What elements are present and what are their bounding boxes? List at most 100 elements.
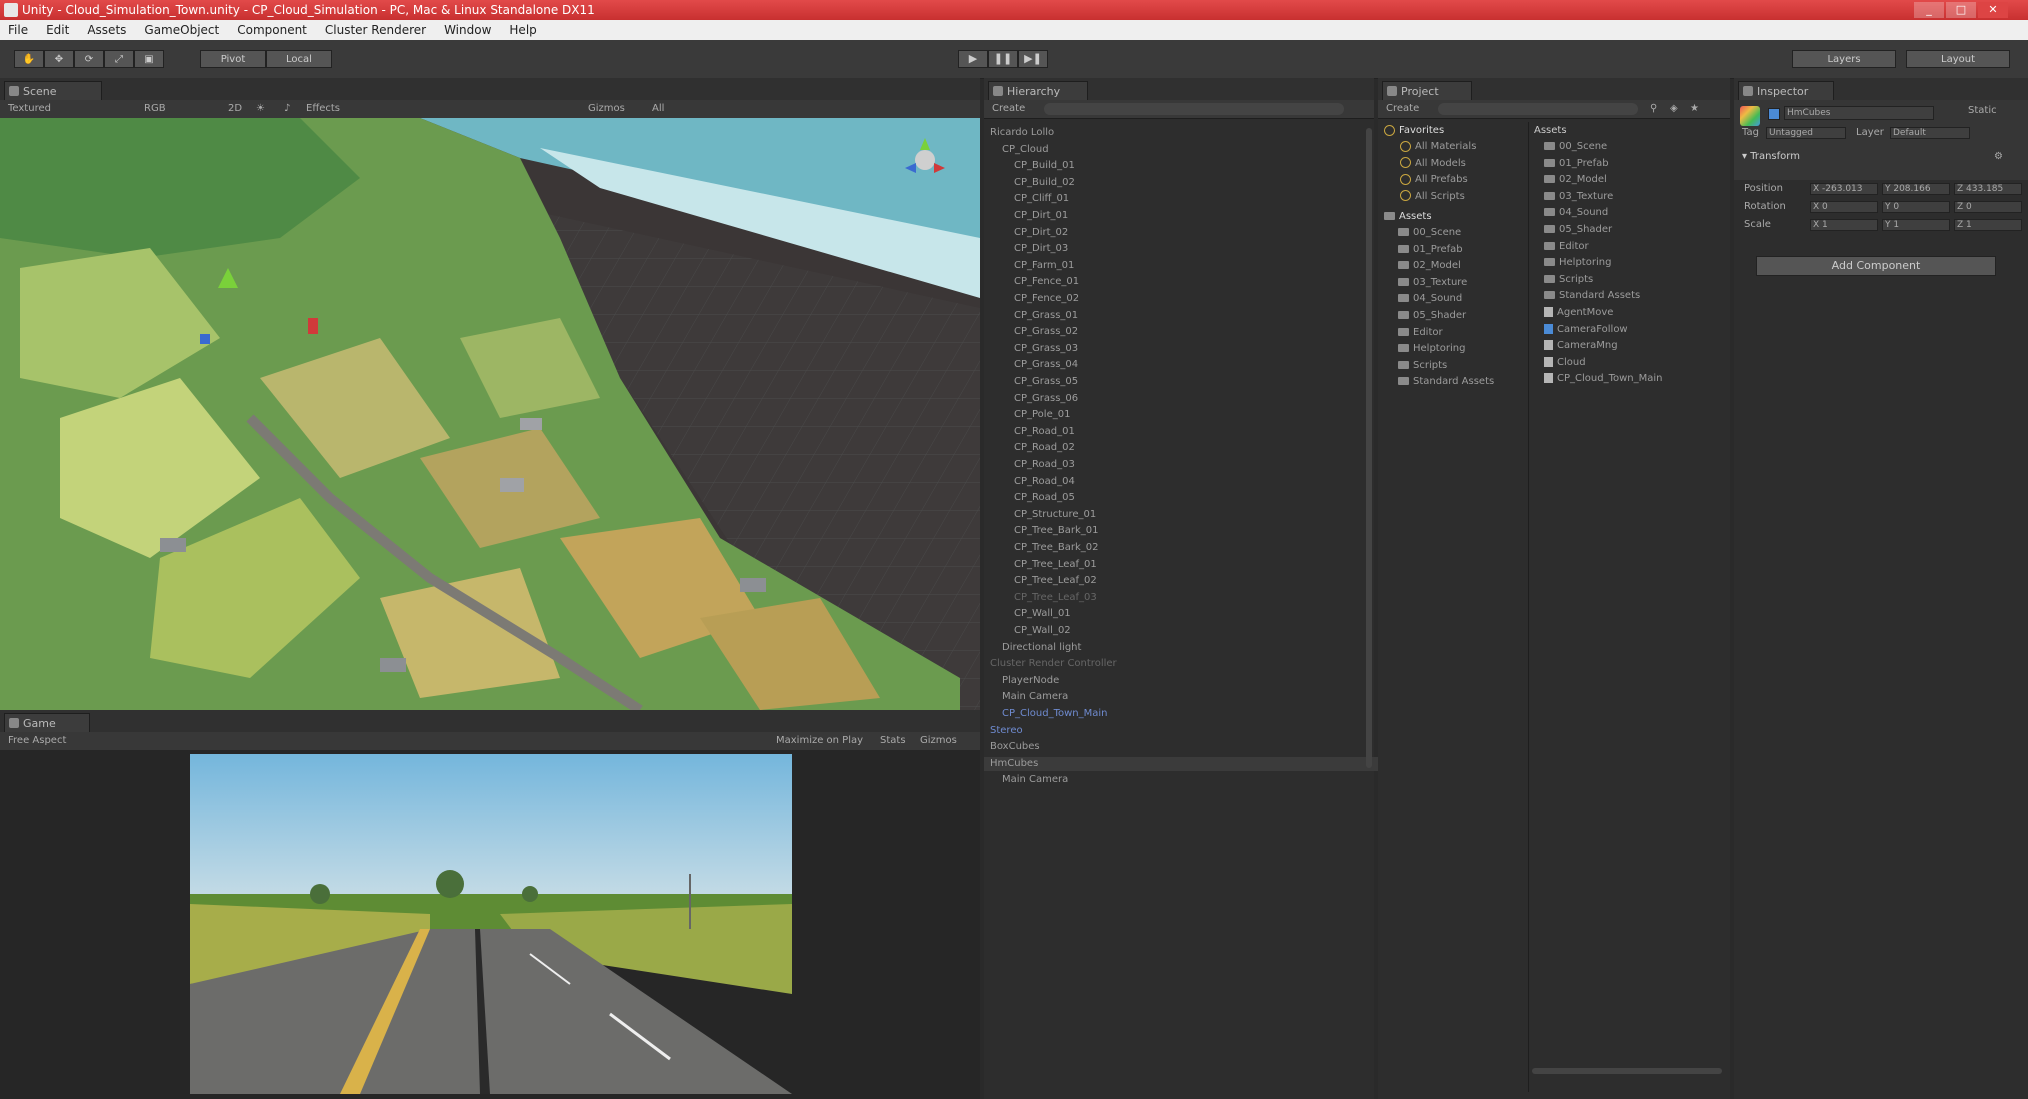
hierarchy-item[interactable]: CP_Cliff_01 bbox=[984, 192, 1069, 206]
maximize-icon[interactable]: □ bbox=[1946, 2, 1976, 18]
render-mode-dropdown[interactable]: RGB bbox=[144, 100, 166, 118]
asset-item[interactable]: CameraMng bbox=[1544, 339, 1618, 353]
static-checkbox[interactable]: Static bbox=[1968, 104, 1997, 118]
aspect-dropdown[interactable]: Free Aspect bbox=[8, 732, 66, 750]
menu-component[interactable]: Component bbox=[237, 20, 307, 40]
tab-inspector[interactable]: Inspector bbox=[1738, 81, 1834, 100]
shading-dropdown[interactable]: Textured bbox=[8, 100, 51, 118]
favorite-item[interactable]: All Models bbox=[1400, 157, 1466, 171]
move-tool-icon[interactable]: ✥ bbox=[44, 50, 74, 68]
hierarchy-item[interactable]: CP_Wall_02 bbox=[984, 624, 1071, 638]
asset-item[interactable]: Editor bbox=[1544, 240, 1589, 254]
hierarchy-item[interactable]: CP_Tree_Leaf_02 bbox=[984, 574, 1097, 588]
active-checkbox[interactable] bbox=[1768, 108, 1780, 120]
tab-game[interactable]: Game bbox=[4, 713, 90, 732]
hierarchy-item[interactable]: CP_Grass_02 bbox=[984, 325, 1078, 339]
assets-header[interactable]: Assets bbox=[1384, 210, 1432, 224]
add-component-button[interactable]: Add Component bbox=[1756, 256, 1996, 276]
favorite-filter-icon[interactable]: ★ bbox=[1690, 100, 1699, 118]
tab-project[interactable]: Project bbox=[1382, 81, 1472, 100]
hierarchy-item[interactable]: CP_Tree_Leaf_03 bbox=[984, 591, 1097, 605]
tab-hierarchy[interactable]: Hierarchy bbox=[988, 81, 1088, 100]
hierarchy-item[interactable]: CP_Grass_04 bbox=[984, 358, 1078, 372]
folder-tree-item[interactable]: 05_Shader bbox=[1398, 309, 1466, 323]
space-toggle[interactable]: Local bbox=[266, 50, 332, 68]
favorite-item[interactable]: All Scripts bbox=[1400, 190, 1465, 204]
rect-tool-icon[interactable]: ▣ bbox=[134, 50, 164, 68]
scene-search-input[interactable]: All bbox=[652, 100, 664, 118]
asset-item[interactable]: CP_Cloud_Town_Main bbox=[1544, 372, 1663, 386]
minimize-icon[interactable]: _ bbox=[1914, 2, 1944, 18]
hierarchy-item[interactable]: CP_Road_04 bbox=[984, 475, 1075, 489]
menu-assets[interactable]: Assets bbox=[87, 20, 126, 40]
hierarchy-item[interactable]: CP_Build_02 bbox=[984, 176, 1075, 190]
transform-x-field[interactable]: X -263.013 bbox=[1810, 183, 1878, 195]
hierarchy-item[interactable]: BoxCubes bbox=[984, 740, 1040, 754]
folder-tree-item[interactable]: 00_Scene bbox=[1398, 226, 1461, 240]
hierarchy-item[interactable]: CP_Tree_Bark_01 bbox=[984, 524, 1098, 538]
tab-scene[interactable]: Scene bbox=[4, 81, 102, 100]
menu-file[interactable]: File bbox=[8, 20, 28, 40]
layers-dropdown[interactable]: Layers bbox=[1792, 50, 1896, 68]
pivot-toggle[interactable]: Pivot bbox=[200, 50, 266, 68]
hierarchy-search-input[interactable] bbox=[1044, 103, 1344, 115]
folder-tree-item[interactable]: 02_Model bbox=[1398, 259, 1461, 273]
scale-tool-icon[interactable]: ⤢ bbox=[104, 50, 134, 68]
hierarchy-item[interactable]: Ricardo Lollo bbox=[984, 126, 1054, 140]
step-icon[interactable]: ▶❚ bbox=[1018, 50, 1048, 68]
project-search-input[interactable] bbox=[1438, 103, 1638, 115]
gizmos-dropdown[interactable]: Gizmos bbox=[588, 100, 625, 118]
hierarchy-item[interactable]: CP_Road_02 bbox=[984, 441, 1075, 455]
folder-tree-item[interactable]: Editor bbox=[1398, 326, 1443, 340]
lighting-toggle-icon[interactable]: ☀ bbox=[256, 100, 265, 118]
transform-z-field[interactable]: Z 433.185 bbox=[1954, 183, 2022, 195]
hierarchy-item[interactable]: CP_Grass_03 bbox=[984, 342, 1078, 356]
asset-item[interactable]: 01_Prefab bbox=[1544, 157, 1609, 171]
hierarchy-item[interactable]: Stereo bbox=[984, 724, 1023, 738]
folder-tree-item[interactable]: Scripts bbox=[1398, 359, 1447, 373]
hierarchy-item[interactable]: CP_Tree_Bark_02 bbox=[984, 541, 1098, 555]
transform-y-field[interactable]: Y 1 bbox=[1882, 219, 1950, 231]
project-create-dropdown[interactable]: Create bbox=[1386, 100, 1419, 118]
asset-item[interactable]: AgentMove bbox=[1544, 306, 1613, 320]
hierarchy-item[interactable]: Directional light bbox=[984, 641, 1081, 655]
asset-item[interactable]: 05_Shader bbox=[1544, 223, 1612, 237]
hierarchy-item[interactable]: CP_Fence_01 bbox=[984, 275, 1079, 289]
transform-header[interactable]: ▾ Transform bbox=[1742, 150, 1800, 164]
hierarchy-item[interactable]: CP_Cloud_Town_Main bbox=[984, 707, 1108, 721]
maximize-on-play-toggle[interactable]: Maximize on Play bbox=[776, 732, 863, 750]
hierarchy-item[interactable]: CP_Dirt_01 bbox=[984, 209, 1068, 223]
pause-icon[interactable]: ❚❚ bbox=[988, 50, 1018, 68]
tag-dropdown[interactable]: Untagged bbox=[1766, 127, 1846, 139]
transform-x-field[interactable]: X 1 bbox=[1810, 219, 1878, 231]
hierarchy-item[interactable]: HmCubes bbox=[984, 756, 1380, 771]
asset-item[interactable]: 04_Sound bbox=[1544, 206, 1608, 220]
menu-help[interactable]: Help bbox=[509, 20, 536, 40]
hierarchy-scrollbar[interactable] bbox=[1366, 128, 1372, 768]
game-gizmos-dropdown[interactable]: Gizmos bbox=[920, 732, 957, 750]
project-zoom-slider[interactable] bbox=[1532, 1068, 1722, 1074]
asset-item[interactable]: Scripts bbox=[1544, 273, 1593, 287]
2d-toggle[interactable]: 2D bbox=[228, 100, 242, 118]
filter-icon[interactable]: ⚲ bbox=[1650, 100, 1657, 118]
transform-z-field[interactable]: Z 1 bbox=[1954, 219, 2022, 231]
hierarchy-item[interactable]: Main Camera bbox=[984, 773, 1068, 787]
hierarchy-item[interactable]: CP_Grass_06 bbox=[984, 392, 1078, 406]
hierarchy-item[interactable]: CP_Road_03 bbox=[984, 458, 1075, 472]
menu-edit[interactable]: Edit bbox=[46, 20, 69, 40]
asset-item[interactable]: CameraFollow bbox=[1544, 323, 1628, 337]
rotate-tool-icon[interactable]: ⟳ bbox=[74, 50, 104, 68]
hierarchy-item[interactable]: CP_Structure_01 bbox=[984, 508, 1096, 522]
transform-z-field[interactable]: Z 0 bbox=[1954, 201, 2022, 213]
hierarchy-item[interactable]: CP_Grass_01 bbox=[984, 309, 1078, 323]
component-settings-icon[interactable]: ⚙ bbox=[1994, 150, 2003, 164]
layout-dropdown[interactable]: Layout bbox=[1906, 50, 2010, 68]
asset-item[interactable]: 00_Scene bbox=[1544, 140, 1607, 154]
hierarchy-create-dropdown[interactable]: Create bbox=[992, 100, 1025, 118]
layer-dropdown[interactable]: Default bbox=[1890, 127, 1970, 139]
menu-window[interactable]: Window bbox=[444, 20, 491, 40]
menu-cluster-renderer[interactable]: Cluster Renderer bbox=[325, 20, 426, 40]
hierarchy-item[interactable]: CP_Pole_01 bbox=[984, 408, 1070, 422]
hierarchy-item[interactable]: CP_Road_01 bbox=[984, 425, 1075, 439]
stats-toggle[interactable]: Stats bbox=[880, 732, 906, 750]
